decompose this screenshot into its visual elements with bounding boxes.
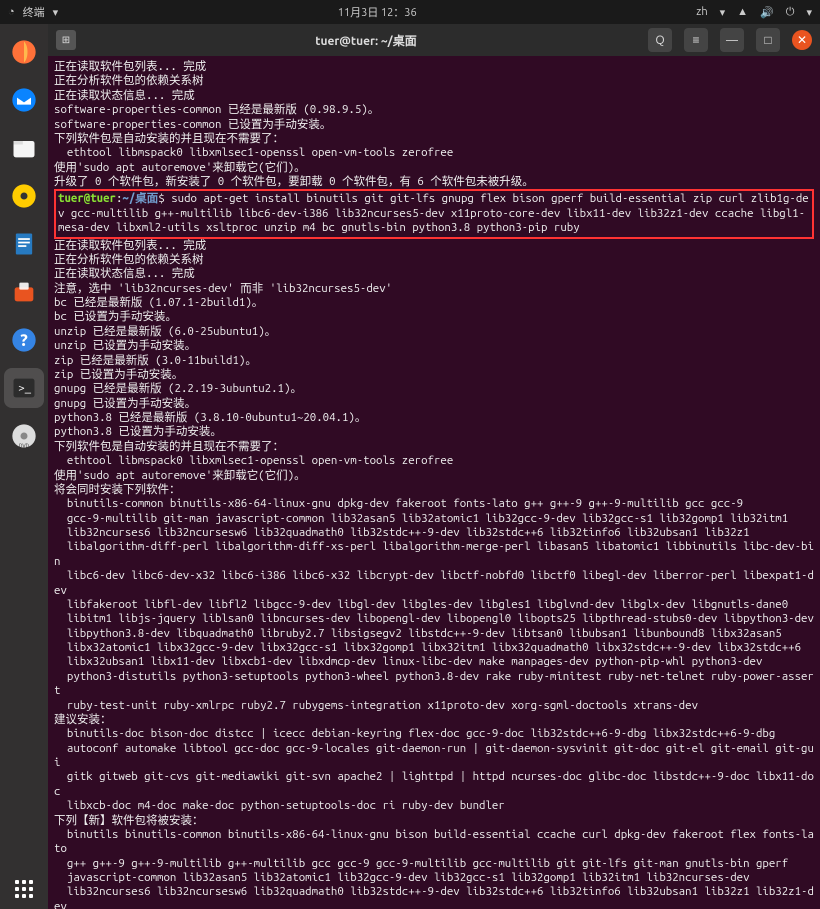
launcher-help[interactable]: ? [4,320,44,360]
new-tab-icon[interactable]: ⊞ [56,30,76,50]
svg-text:?: ? [19,332,28,350]
svg-text:>_: >_ [18,382,32,395]
launcher-disc[interactable]: DVD [4,416,44,456]
launcher-dock: ? >_ DVD [0,24,48,909]
dropdown-icon: ▾ [806,6,812,19]
maximize-button[interactable]: □ [756,28,780,52]
launcher-files[interactable] [4,128,44,168]
launcher-firefox[interactable] [4,32,44,72]
minimize-button[interactable]: — [720,28,744,52]
power-icon[interactable]: ⏻ [786,6,795,19]
topbar-app-name: 终端 [23,4,45,20]
launcher-thunderbird[interactable] [4,80,44,120]
svg-text:DVD: DVD [19,444,29,450]
launcher-libreoffice[interactable] [4,224,44,264]
close-button[interactable]: ✕ [792,30,812,50]
volume-icon[interactable]: 🔊 [760,6,774,19]
launcher-rhythmbox[interactable] [4,176,44,216]
circle-icon: ◔ [8,6,15,18]
topbar-lang[interactable]: zh [696,6,707,18]
launcher-terminal[interactable]: >_ [4,368,44,408]
launcher-software[interactable] [4,272,44,312]
search-button[interactable]: Q [648,28,672,52]
window-title: tuer@tuer: ~/桌面 [84,32,648,49]
launcher-apps-grid[interactable] [4,869,44,909]
window-titlebar: ⊞ tuer@tuer: ~/桌面 Q ≡ — □ ✕ [48,24,820,56]
system-topbar: ◔ 终端 ▾ 11月3日 12：36 zh ▾ ▲ 🔊 ⏻ ▾ [0,0,820,24]
network-icon[interactable]: ▲ [737,6,748,18]
terminal-window: ⊞ tuer@tuer: ~/桌面 Q ≡ — □ ✕ 正在读取软件包列表...… [48,24,820,909]
dropdown-icon: ▾ [720,6,726,19]
menu-button[interactable]: ≡ [684,28,708,52]
topbar-datetime: 11月3日 12：36 [58,4,696,20]
terminal-body[interactable]: 正在读取软件包列表... 完成正在分析软件包的依赖关系树正在读取状态信息... … [48,56,820,909]
